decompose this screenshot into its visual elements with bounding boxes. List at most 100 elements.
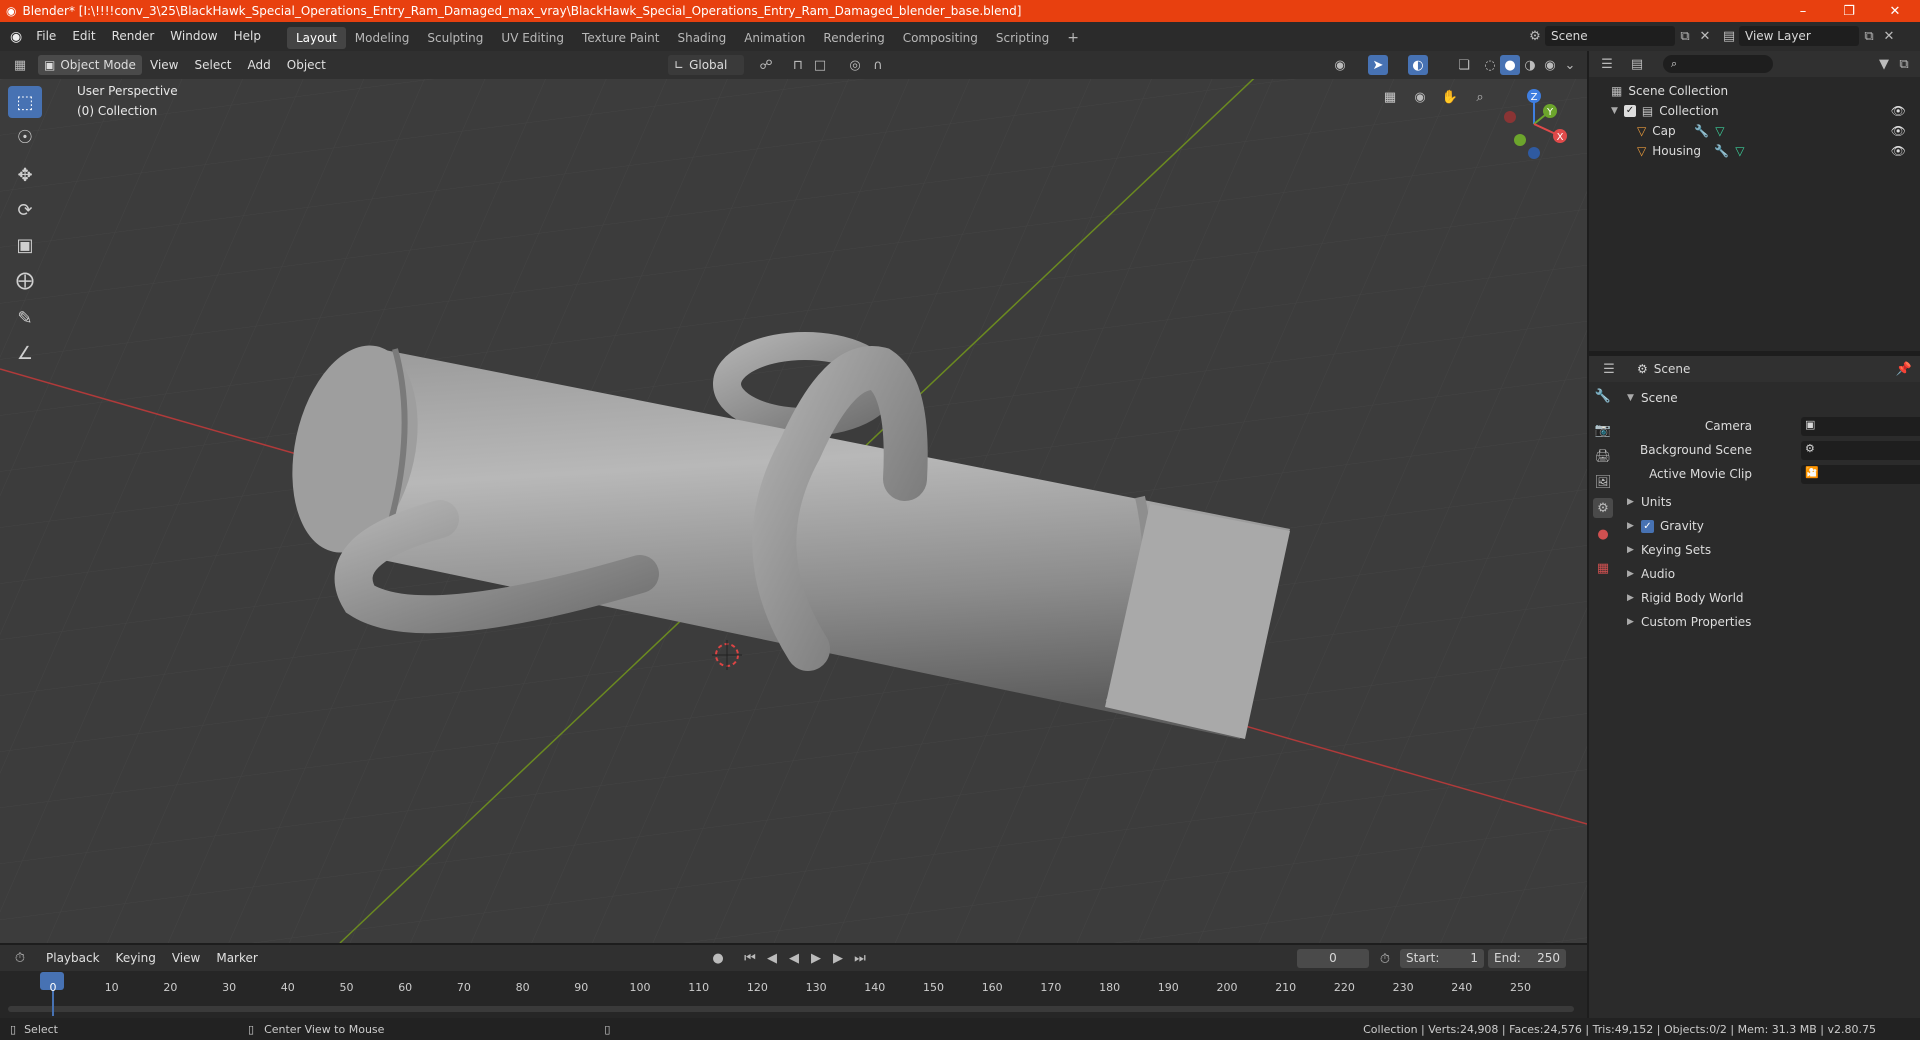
tab-layout[interactable]: Layout bbox=[286, 27, 346, 49]
rotate-tool-icon[interactable]: ⟳ bbox=[8, 194, 42, 226]
new-collection-icon[interactable]: ⧉ bbox=[1894, 54, 1914, 74]
delete-scene-icon[interactable]: ✕ bbox=[1695, 26, 1715, 46]
ortho-toggle-icon[interactable]: ▦ bbox=[1380, 87, 1400, 107]
tab-texture-paint[interactable]: Texture Paint bbox=[573, 27, 668, 49]
viewport-canvas[interactable] bbox=[0, 79, 1587, 943]
viewport-menu-add[interactable]: Add bbox=[240, 51, 279, 80]
tab-scripting[interactable]: Scripting bbox=[987, 27, 1058, 49]
jump-end-icon[interactable]: ⏭ bbox=[850, 948, 870, 968]
wireframe-shading-icon[interactable]: ◌ bbox=[1480, 55, 1500, 75]
timeline-menu-view[interactable]: View bbox=[164, 944, 208, 973]
menu-render[interactable]: Render bbox=[104, 22, 163, 51]
gravity-panel[interactable]: ▶ ✓ Gravity bbox=[1619, 514, 1920, 538]
viewport-menu-select[interactable]: Select bbox=[186, 51, 239, 80]
units-panel[interactable]: ▶ Units bbox=[1619, 490, 1920, 514]
rendered-shading-icon[interactable]: ◉ bbox=[1540, 55, 1560, 75]
expand-collection-icon[interactable]: ▼ bbox=[1611, 106, 1618, 116]
cap-visibility-icon[interactable]: 👁 bbox=[1891, 124, 1906, 138]
tab-output-icon[interactable]: 🖨 bbox=[1593, 446, 1613, 466]
new-view-layer-icon[interactable]: ⧉ bbox=[1859, 26, 1879, 46]
proportional-editing-icon[interactable]: ◎ bbox=[845, 55, 865, 75]
custom-properties-panel[interactable]: ▶ Custom Properties bbox=[1619, 610, 1920, 634]
editor-type-icon[interactable]: ▦ bbox=[10, 55, 30, 75]
add-workspace-icon[interactable]: + bbox=[1058, 27, 1088, 49]
play-reverse-icon[interactable]: ◀ bbox=[784, 948, 804, 968]
blender-menu-icon[interactable]: ◉ bbox=[10, 29, 22, 45]
keying-sets-panel[interactable]: ▶ Keying Sets bbox=[1619, 538, 1920, 562]
timeline-menu-keying[interactable]: Keying bbox=[108, 944, 164, 973]
outliner-item-housing[interactable]: ▽ Housing 🔧 ▽ 👁 bbox=[1589, 141, 1920, 161]
camera-field[interactable]: ▣ ✎ bbox=[1801, 416, 1920, 436]
transform-orientation-selector[interactable]: ∟ Global bbox=[668, 55, 744, 75]
preview-range-icon[interactable]: ⏱ bbox=[1375, 949, 1395, 969]
annotate-tool-icon[interactable]: ✎ bbox=[8, 302, 42, 334]
menu-help[interactable]: Help bbox=[226, 22, 269, 51]
gravity-checkbox[interactable]: ✓ bbox=[1641, 519, 1654, 533]
tab-shading[interactable]: Shading bbox=[668, 27, 735, 49]
scene-panel-header[interactable]: ▼ Scene bbox=[1619, 386, 1920, 410]
audio-panel[interactable]: ▶ Audio bbox=[1619, 562, 1920, 586]
scene-selector[interactable]: Scene bbox=[1545, 26, 1675, 46]
camera-view-icon[interactable]: ◉ bbox=[1410, 87, 1430, 107]
solid-shading-icon[interactable]: ● bbox=[1500, 55, 1520, 75]
overlay-toggle-icon[interactable]: ◐ bbox=[1408, 55, 1428, 75]
navigation-gizmo[interactable]: Z Y X bbox=[1496, 84, 1586, 164]
end-frame-field[interactable]: End: 250 bbox=[1488, 949, 1566, 968]
gizmo-neg-y-axis[interactable] bbox=[1514, 134, 1526, 146]
pivot-point-icon[interactable]: ☍ bbox=[756, 55, 776, 75]
view-layer-selector[interactable]: View Layer bbox=[1739, 26, 1859, 46]
viewport-menu-object[interactable]: Object bbox=[279, 51, 334, 80]
tab-uv-editing[interactable]: UV Editing bbox=[492, 27, 573, 49]
select-box-tool-icon[interactable]: ⬚ bbox=[8, 86, 42, 118]
menu-edit[interactable]: Edit bbox=[64, 22, 103, 51]
scene-icon[interactable]: ⚙ bbox=[1525, 26, 1545, 46]
outliner-editor-type-icon[interactable]: ☰ bbox=[1597, 54, 1617, 74]
outliner-collection[interactable]: ▼ ✓ ▤ Collection 👁 bbox=[1589, 101, 1920, 121]
filter-icon[interactable]: ▼ bbox=[1874, 54, 1894, 74]
move-tool-icon[interactable]: ✥ bbox=[8, 159, 42, 191]
collection-visibility-icon[interactable]: 👁 bbox=[1891, 104, 1906, 118]
modifier-wrench-icon[interactable]: 🔧 bbox=[1694, 124, 1709, 138]
housing-visibility-icon[interactable]: 👁 bbox=[1891, 144, 1906, 158]
record-icon[interactable]: ● bbox=[708, 948, 728, 968]
mode-selector[interactable]: ▣ Object Mode bbox=[38, 55, 142, 75]
new-scene-icon[interactable]: ⧉ bbox=[1675, 26, 1695, 46]
timeline-menu-marker[interactable]: Marker bbox=[208, 944, 265, 973]
next-keyframe-icon[interactable]: ▶ bbox=[828, 948, 848, 968]
tab-render-icon[interactable]: 📷 bbox=[1593, 420, 1613, 440]
menu-file[interactable]: File bbox=[28, 22, 64, 51]
zoom-view-icon[interactable]: ⌕ bbox=[1470, 87, 1490, 107]
timeline-menu-playback[interactable]: Playback bbox=[38, 944, 108, 973]
tab-sculpting[interactable]: Sculpting bbox=[418, 27, 492, 49]
start-frame-field[interactable]: Start: 1 bbox=[1400, 949, 1484, 968]
gizmo-toggle-icon[interactable]: ➤ bbox=[1368, 55, 1388, 75]
gizmo-neg-z-axis[interactable] bbox=[1528, 147, 1540, 159]
tab-modeling[interactable]: Modeling bbox=[346, 27, 419, 49]
mesh-data-icon[interactable]: ▽ bbox=[1735, 144, 1744, 158]
viewport-menu-view[interactable]: View bbox=[142, 51, 186, 80]
tab-texture-icon[interactable]: ▦ bbox=[1593, 558, 1613, 578]
mesh-data-icon[interactable]: ▽ bbox=[1715, 124, 1724, 138]
delete-view-layer-icon[interactable]: ✕ bbox=[1879, 26, 1899, 46]
tab-view-layer-icon[interactable]: 🖼 bbox=[1593, 472, 1613, 492]
modifier-wrench-icon[interactable]: 🔧 bbox=[1714, 144, 1729, 158]
3d-viewport[interactable]: User Perspective (0) Collection ▦ ▦ ◉ ✋ … bbox=[0, 79, 1587, 943]
tab-tool-icon[interactable]: 🔧 bbox=[1593, 386, 1613, 406]
menu-window[interactable]: Window bbox=[162, 22, 225, 51]
background-scene-field[interactable]: ⚙ bbox=[1801, 440, 1920, 460]
falloff-icon[interactable]: ∩ bbox=[868, 55, 888, 75]
tab-animation[interactable]: Animation bbox=[735, 27, 814, 49]
outliner-scene-collection[interactable]: ▦ Scene Collection bbox=[1589, 81, 1920, 101]
snap-icon[interactable]: ⊓ bbox=[788, 55, 808, 75]
gizmo-neg-x-axis[interactable] bbox=[1504, 111, 1516, 123]
cursor-tool-icon[interactable]: ☉ bbox=[8, 121, 42, 153]
outliner-search-input[interactable]: ⌕ bbox=[1663, 55, 1773, 73]
current-frame-field[interactable]: 0 bbox=[1297, 949, 1369, 968]
rigid-body-world-panel[interactable]: ▶ Rigid Body World bbox=[1619, 586, 1920, 610]
jump-start-icon[interactable]: ⏮ bbox=[740, 948, 760, 968]
collection-checkbox[interactable]: ✓ bbox=[1623, 105, 1636, 117]
shading-options-icon[interactable]: ⌄ bbox=[1560, 55, 1580, 75]
snap-target-icon[interactable]: □ bbox=[810, 55, 830, 75]
tab-world-icon[interactable]: ● bbox=[1593, 524, 1613, 544]
tab-compositing[interactable]: Compositing bbox=[894, 27, 987, 49]
